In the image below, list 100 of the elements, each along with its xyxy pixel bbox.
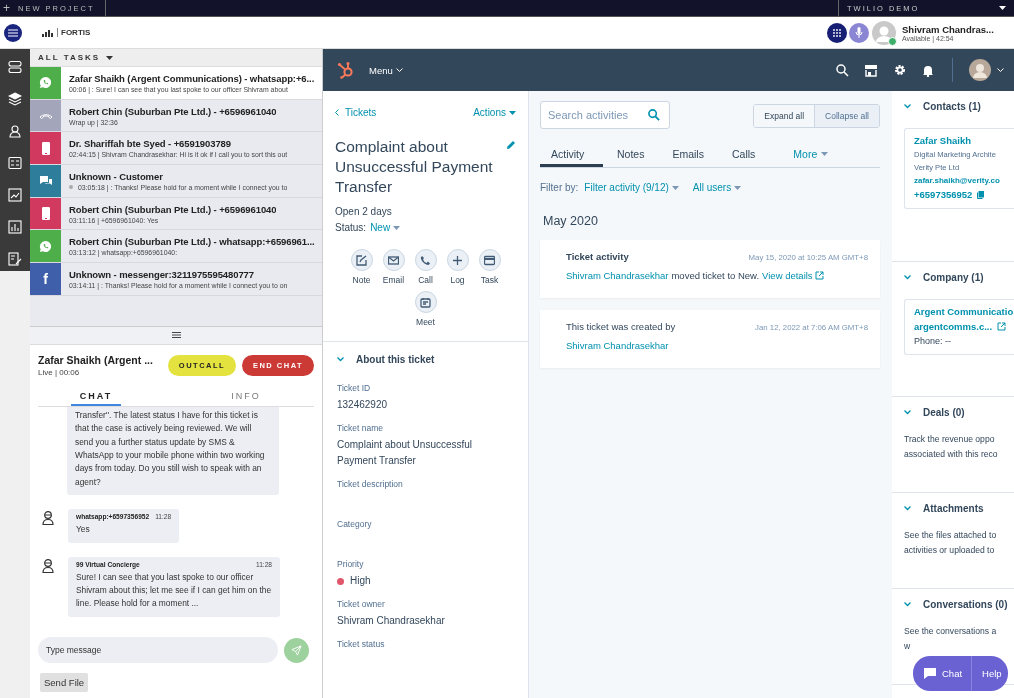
list-icon[interactable] (8, 155, 22, 170)
activity-text: This ticket was created by (566, 321, 676, 332)
section-toggle[interactable]: Deals (0) (904, 407, 965, 418)
notifications-icon[interactable] (922, 63, 934, 77)
envelope-icon (388, 254, 399, 266)
user-link[interactable]: Shivram Chandrasekhar (566, 270, 669, 281)
field-label: Ticket status (337, 639, 386, 649)
trend-chart-icon[interactable] (8, 187, 22, 202)
view-details-link[interactable]: View details (762, 270, 824, 281)
edit-icon[interactable] (506, 140, 516, 150)
activity-title: Ticket activity (566, 251, 629, 262)
task-action-button[interactable]: Task (475, 249, 504, 285)
phone-icon (420, 254, 431, 266)
field-label: Ticket name (337, 423, 384, 433)
section-description: activities or uploaded to (904, 544, 996, 557)
menu-dropdown[interactable]: Menu (369, 64, 403, 76)
activity-tab[interactable]: Activity (540, 141, 603, 167)
help-widget[interactable]: Chat Help (913, 656, 1008, 691)
menu-button[interactable] (4, 23, 22, 42)
section-description: Track the revenue oppo (904, 433, 996, 446)
status-label: Status: (335, 222, 367, 233)
contact-name-link[interactable]: Zafar Shaikh (914, 135, 1014, 146)
chat-bubbles-icon (38, 174, 53, 187)
filter-label: Filter by: (540, 182, 579, 193)
activity-tab[interactable]: Emails (658, 141, 718, 167)
actions-dropdown[interactable]: Actions (473, 107, 516, 118)
ticket-title: Complaint about Unsuccessful Payment Transfer (335, 137, 494, 197)
ticket-age: Open 2 days (335, 206, 393, 217)
logo-icon (41, 28, 55, 37)
bar-chart-icon[interactable] (8, 219, 22, 234)
settings-icon[interactable] (893, 63, 907, 77)
store-icon[interactable] (864, 63, 878, 77)
message-input[interactable]: Type message (38, 637, 278, 663)
chat-tab[interactable]: CHAT (71, 386, 121, 406)
avatar-icon[interactable] (969, 59, 991, 81)
domain-link[interactable]: argentcomms.c... (914, 321, 993, 332)
log-action-button[interactable]: Log (443, 249, 472, 285)
form-edit-icon[interactable] (8, 251, 22, 266)
layers-icon[interactable] (8, 91, 22, 106)
send-icon (291, 644, 302, 656)
search-field[interactable]: Search activities (540, 101, 670, 129)
company-name-link[interactable]: Argent Communicatio (914, 306, 1014, 317)
filter-dropdown[interactable]: Filter activity (9/12) (584, 182, 679, 193)
activity-tab[interactable]: Calls (717, 141, 770, 167)
caret-icon (999, 5, 1006, 11)
chevron-down-icon (904, 275, 911, 280)
chat-tab[interactable]: INFO (178, 386, 314, 406)
field-value[interactable]: Shivram Chandrasekhar (337, 613, 445, 629)
plus-icon (452, 254, 463, 266)
section-toggle[interactable]: Contacts (1) (904, 101, 981, 112)
field-label: Category (337, 519, 373, 529)
email-action-button[interactable]: Email (379, 249, 408, 285)
chat-bubble-icon (923, 667, 937, 680)
chevron-down-icon (904, 410, 911, 415)
dialpad-button[interactable] (827, 22, 847, 43)
caret-icon[interactable] (997, 68, 1004, 72)
microphone-icon (855, 27, 863, 38)
field-value[interactable]: 132462920 (337, 397, 388, 413)
activity-tab[interactable]: More (779, 141, 843, 167)
chevron-down-icon (904, 104, 911, 109)
section-toggle[interactable]: Conversations (0) (904, 599, 1008, 610)
collapse-all-button[interactable]: Collapse all (814, 105, 879, 127)
section-toggle[interactable]: Attachments (904, 503, 984, 514)
field-label: Ticket ID (337, 383, 372, 393)
caret-icon (671, 185, 679, 190)
field-value[interactable]: Complaint about Unsuccessful Payment Transfer (337, 437, 514, 469)
call-action-button[interactable]: Call (411, 249, 440, 285)
tickets-back-link[interactable]: Tickets (335, 107, 377, 118)
chat-contact-name: Zafar Shaikh (Argent ... (38, 353, 154, 366)
user-link[interactable]: Shivram Chandrasekhar (566, 340, 669, 351)
status-dropdown[interactable]: New (370, 222, 401, 233)
caret-icon (393, 225, 401, 230)
section-description: See the conversations a (904, 625, 998, 638)
field-value[interactable]: High (350, 573, 371, 589)
logo-icon[interactable] (337, 61, 355, 79)
help-link[interactable]: Help (982, 668, 1002, 679)
filter-dropdown[interactable]: All users (692, 182, 742, 193)
phone-link[interactable]: +6597356952 (914, 189, 973, 200)
all-tasks-dropdown[interactable]: ALL TASKS (38, 53, 114, 62)
drag-handle-icon[interactable] (171, 332, 181, 339)
chevron-down-icon (904, 602, 911, 607)
server-icon[interactable] (8, 59, 22, 74)
meet-action-button[interactable]: Meet (411, 291, 440, 327)
section-toggle[interactable]: Company (1) (904, 272, 984, 283)
email-link[interactable]: zafar.shaikh@verity.co (914, 176, 1014, 185)
activity-tab[interactable]: Notes (603, 141, 659, 167)
search-icon[interactable] (836, 63, 849, 77)
copy-icon[interactable] (977, 190, 985, 199)
chevron-down-icon (337, 357, 344, 362)
facebook-logo: f (43, 270, 48, 287)
section-description: associated with this reco (904, 448, 999, 461)
external-link-icon[interactable] (997, 322, 1007, 331)
about-section-toggle[interactable]: About this ticket (337, 354, 435, 365)
send-file-button[interactable]: Send File (40, 673, 89, 692)
note-action-button[interactable]: Note (347, 249, 376, 285)
chevron-down-icon (904, 506, 911, 511)
section-description: w (904, 640, 912, 653)
chat-link[interactable]: Chat (942, 668, 963, 679)
user-icon[interactable] (8, 123, 22, 138)
chevron-down-icon (395, 68, 403, 72)
